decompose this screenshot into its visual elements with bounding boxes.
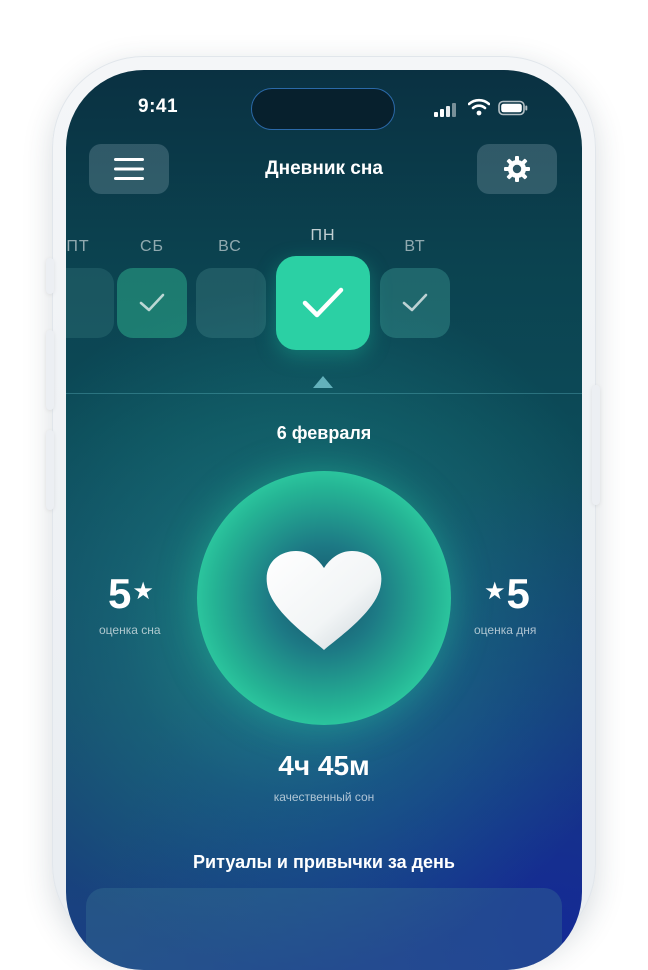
- dynamic-island: [251, 88, 395, 130]
- star-icon: ★: [484, 578, 507, 605]
- day-score-caption: оценка дня: [474, 623, 537, 637]
- check-icon: [302, 287, 344, 318]
- day-label-sun: ВС: [218, 238, 242, 255]
- day-tile-tue[interactable]: [380, 268, 450, 338]
- sleep-score-value: 5: [108, 570, 133, 617]
- gear-icon: [504, 156, 530, 182]
- status-bar: 9:41: [66, 88, 582, 130]
- sleep-score-caption: оценка сна: [99, 623, 161, 637]
- day-score: ★5: [484, 570, 531, 618]
- day-label-tue: ВТ: [404, 238, 426, 255]
- rituals-card[interactable]: [86, 888, 562, 970]
- day-score-value: 5: [506, 570, 531, 617]
- app-screen: 9:41 Дневник сна ПТ СБ ВС ПН ВТ 6 феврал…: [66, 70, 582, 970]
- day-label-mon: ПН: [310, 227, 336, 244]
- selected-date: 6 февраля: [276, 423, 372, 443]
- check-icon: [139, 293, 165, 312]
- phone-volume-up-button: [46, 330, 54, 410]
- battery-icon: [498, 100, 528, 116]
- heart-icon: [266, 551, 382, 650]
- wifi-icon: [468, 98, 490, 116]
- settings-button[interactable]: [477, 144, 557, 194]
- day-tile-fri[interactable]: [66, 268, 114, 338]
- phone-volume-down-button: [46, 430, 54, 510]
- cellular-signal-icon: [434, 101, 460, 117]
- star-icon: ★: [132, 578, 155, 605]
- rituals-section-title: Ритуалы и привычки за день: [193, 852, 455, 872]
- phone-action-button: [46, 258, 54, 294]
- day-tile-mon[interactable]: [276, 256, 370, 350]
- sleep-duration: 4ч 45м: [278, 750, 370, 781]
- check-icon: [402, 293, 428, 312]
- day-label-fri: ПТ: [66, 238, 90, 255]
- selected-day-pointer: [313, 376, 333, 388]
- phone-power-button: [592, 385, 600, 505]
- week-divider: [66, 393, 582, 394]
- day-tile-sun[interactable]: [196, 268, 266, 338]
- day-tile-sat[interactable]: [117, 268, 187, 338]
- status-time: 9:41: [138, 96, 179, 117]
- sleep-score: 5★: [108, 570, 155, 618]
- day-label-sat: СБ: [139, 238, 165, 255]
- sleep-duration-caption: качественный сон: [273, 790, 375, 804]
